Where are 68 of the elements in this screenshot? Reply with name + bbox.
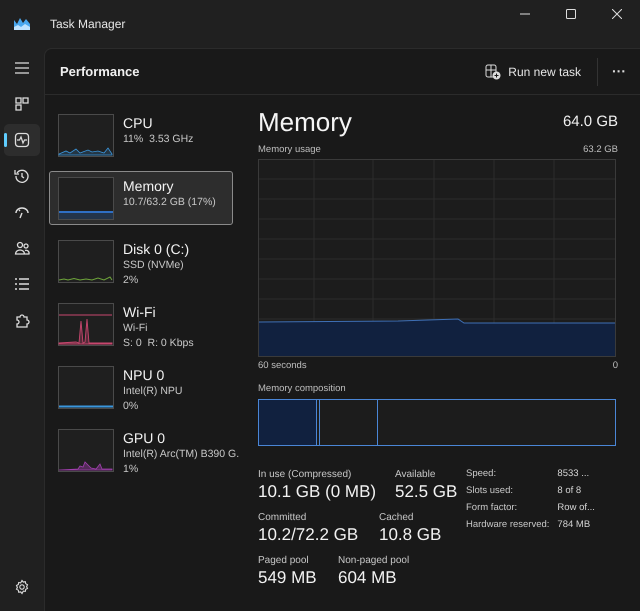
stat-value: 549 MB bbox=[258, 566, 318, 589]
nav-button[interactable] bbox=[4, 124, 40, 156]
stat-label: Cached bbox=[379, 510, 414, 524]
history-icon bbox=[13, 167, 31, 185]
property-label: Form factor: bbox=[466, 500, 518, 514]
property-value: 8 of 8 bbox=[557, 484, 582, 497]
usage-thumbnail-graph bbox=[58, 114, 114, 157]
grid-icon bbox=[13, 95, 31, 113]
usage-thumbnail-graph bbox=[58, 366, 114, 409]
run-new-task-button[interactable]: Run new task bbox=[479, 56, 587, 88]
usage-thumbnail-graph bbox=[58, 303, 114, 346]
maximize-icon bbox=[566, 9, 576, 19]
window-title: Task Manager bbox=[50, 16, 126, 33]
device-item[interactable]: Memory 10.7/63.2 GB (17%) bbox=[49, 171, 233, 225]
stat-label: Available bbox=[395, 468, 436, 481]
device-detail: Intel(R) NPU bbox=[123, 384, 183, 399]
device-name: NPU 0 bbox=[123, 367, 166, 384]
device-detail: 1% bbox=[123, 462, 140, 477]
stat-label: Paged pool bbox=[258, 554, 310, 567]
close-icon bbox=[612, 9, 622, 19]
usage-thumbnail-graph bbox=[58, 240, 114, 283]
more-options-button[interactable]: ··· bbox=[598, 56, 640, 88]
chart-label: Memory composition bbox=[258, 382, 347, 396]
page-title: Performance bbox=[60, 62, 140, 81]
device-item[interactable]: Disk 0 (C:) SSD (NVMe) 2% bbox=[49, 234, 233, 288]
memory-total: 64.0 GB bbox=[562, 112, 618, 132]
stat-value: 10.8 GB bbox=[379, 524, 442, 546]
chart-max-label: 63.2 GB bbox=[583, 143, 618, 157]
users-icon bbox=[13, 239, 31, 257]
device-name: CPU bbox=[123, 115, 154, 132]
time-axis-end: 0 bbox=[612, 359, 618, 374]
stat-label: In use (Compressed) bbox=[258, 468, 352, 481]
app-logo-icon bbox=[14, 18, 30, 30]
device-item[interactable]: NPU 0 Intel(R) NPU 0% bbox=[49, 360, 233, 414]
new-task-icon bbox=[485, 64, 502, 80]
stat-value: 52.5 GB bbox=[395, 480, 458, 503]
device-detail: 2% bbox=[123, 273, 140, 288]
device-name: Memory bbox=[123, 178, 175, 195]
stat-label: Non-paged pool bbox=[338, 554, 410, 567]
device-name: Disk 0 (C:) bbox=[123, 241, 190, 258]
property-label: Hardware reserved: bbox=[466, 518, 550, 531]
stat-value: 10.1 GB (0 MB) bbox=[258, 480, 378, 503]
device-detail: 10.7/63.2 GB (17%) bbox=[123, 195, 216, 210]
property-label: Speed: bbox=[466, 466, 498, 480]
device-name: Wi-Fi bbox=[123, 304, 157, 321]
device-detail: 0% bbox=[123, 399, 140, 414]
device-detail: SSD (NVMe) bbox=[123, 258, 185, 273]
settings-icon bbox=[14, 579, 30, 595]
chart-label: Memory usage bbox=[258, 143, 321, 157]
usage-thumbnail-graph bbox=[58, 429, 114, 472]
pulse-icon bbox=[13, 131, 31, 149]
stat-label: Committed bbox=[258, 510, 308, 524]
time-axis-start: 60 seconds bbox=[258, 359, 307, 374]
property-value: 8533 ... bbox=[557, 466, 590, 480]
device-detail: S: 0 R: 0 Kbps bbox=[123, 336, 194, 351]
device-item[interactable]: CPU 11% 3.53 GHz bbox=[49, 108, 233, 162]
device-detail: Wi-Fi bbox=[123, 321, 148, 336]
usage-thumbnail-graph bbox=[58, 177, 114, 220]
property-value: Row of... bbox=[557, 500, 595, 514]
device-item[interactable]: Wi-Fi Wi-Fi S: 0 R: 0 Kbps bbox=[49, 297, 233, 351]
memory-title: Memory bbox=[258, 107, 352, 137]
property-label: Slots used: bbox=[466, 484, 514, 497]
device-name: GPU 0 bbox=[123, 430, 166, 447]
stat-value: 10.2/72.2 GB bbox=[258, 524, 360, 546]
stat-value: 604 MB bbox=[338, 566, 398, 589]
device-detail: Intel(R) Arc(TM) B390 G. bbox=[123, 447, 240, 462]
property-value: 784 MB bbox=[557, 518, 592, 531]
device-detail: 11% 3.53 GHz bbox=[123, 132, 194, 147]
